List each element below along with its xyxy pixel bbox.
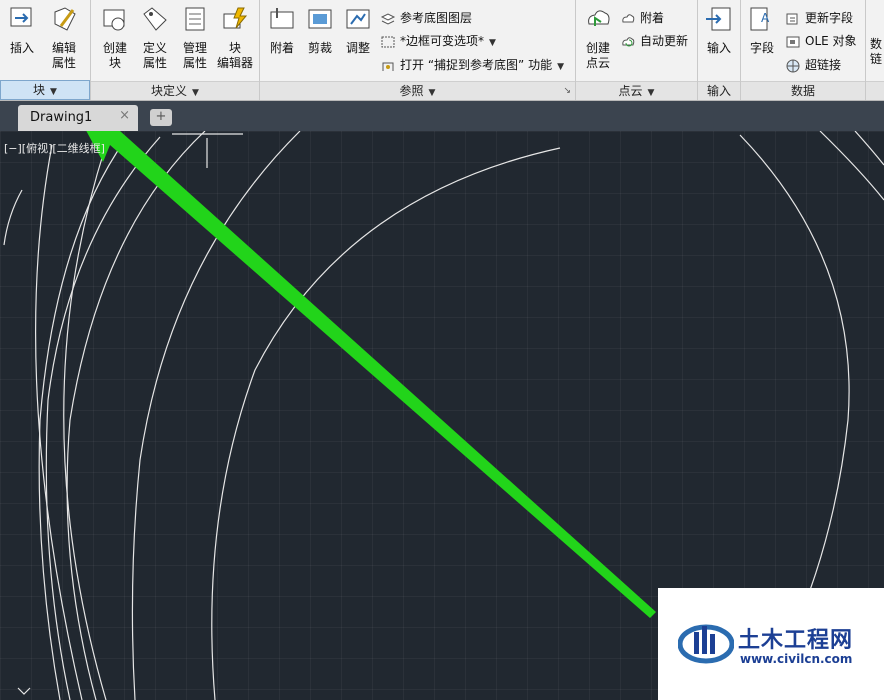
dropdown-caret-icon: ▼	[192, 88, 199, 98]
edit-attribute-button[interactable]: 编辑 属性	[46, 4, 82, 71]
document-tab[interactable]: Drawing1 ×	[18, 105, 138, 131]
create-point-cloud-button[interactable]: 创建 点云	[580, 4, 616, 71]
watermark: 土木工程网 www.civilcn.com	[658, 588, 884, 700]
panel-block-definition: 创建 块 定义 属性 管理 属性 块 编辑器 块定义 ▼	[91, 0, 260, 100]
watermark-brand: 土木工程网	[738, 628, 854, 653]
arc-curve	[3, 189, 23, 246]
underlay-layers-icon	[380, 12, 396, 25]
snap-to-underlay-dropdown[interactable]: 打开 “捕捉到参考底图” 功能 ▼	[380, 55, 564, 75]
manage-attributes-icon	[185, 7, 205, 31]
arc-curve	[211, 147, 561, 700]
arc-curve	[38, 139, 126, 700]
dropdown-caret-icon: ▼	[489, 38, 496, 48]
dropdown-caret-icon: ▼	[50, 87, 57, 97]
new-tab-button[interactable]: +	[150, 109, 172, 126]
attach-icon	[270, 8, 294, 29]
dropdown-caret-icon: ▼	[428, 88, 436, 98]
panel-title-block[interactable]: 块 ▼	[0, 80, 90, 100]
arc-curve	[739, 134, 850, 641]
civilcn-logo-icon	[678, 624, 734, 664]
block-editor-button[interactable]: 块 编辑器	[217, 4, 253, 71]
tag-icon	[143, 7, 167, 31]
adjust-button[interactable]: 调整	[340, 4, 376, 56]
globe-link-icon	[786, 59, 800, 72]
update-fields-icon	[786, 13, 798, 24]
panel-block: 插入 编辑 属性 块 ▼	[0, 0, 91, 100]
field-icon: A	[750, 7, 770, 31]
clip-icon	[308, 9, 332, 29]
document-tab-bar: Drawing1 × +	[0, 101, 884, 131]
dialog-launcher-icon[interactable]: ↘	[563, 82, 571, 100]
arc-curve	[131, 131, 301, 700]
insert-button[interactable]: 插入	[4, 4, 40, 56]
data-link-icon	[870, 4, 884, 34]
frame-icon	[381, 36, 395, 47]
frame-variable-dropdown[interactable]: *边框可变选项* ▼	[380, 31, 496, 51]
create-block-icon	[103, 9, 125, 31]
update-fields-button[interactable]: 更新字段	[785, 8, 853, 28]
hyperlink-button[interactable]: 超链接	[785, 55, 841, 75]
import-button[interactable]: 输入	[701, 4, 737, 56]
dropdown-caret-icon: ▼	[557, 62, 564, 72]
auto-update-icon	[622, 36, 635, 46]
attach-cloud-icon	[622, 13, 635, 22]
panel-partial: 数 链	[866, 0, 884, 100]
ucs-icon	[17, 687, 31, 695]
underlay-layers-button[interactable]: 参考底图图层	[380, 8, 472, 28]
point-cloud-icon	[588, 10, 610, 26]
create-block-button[interactable]: 创建 块	[97, 4, 133, 71]
panel-title-block-definition[interactable]: 块定义 ▼	[91, 81, 259, 100]
ole-object-icon	[786, 36, 800, 47]
panel-title-data: 数据	[741, 81, 865, 100]
edit-attribute-icon	[54, 7, 76, 31]
panel-title-point-cloud[interactable]: 点云 ▼	[576, 81, 697, 100]
panel-title-partial	[866, 81, 884, 100]
clip-button[interactable]: 剪裁	[302, 4, 338, 56]
panel-data: A 字段 更新字段 OLE 对象 超链接 数据	[741, 0, 866, 100]
arc-curve	[66, 131, 206, 700]
dropdown-caret-icon: ▼	[647, 88, 655, 98]
watermark-url: www.civilcn.com	[740, 652, 853, 666]
panel-title-import: 输入	[698, 81, 740, 100]
close-icon[interactable]: ×	[119, 108, 130, 123]
ribbon: 插入 编辑 属性 块 ▼ 创建 块 定义 属性 管理 属性 块 编辑器 块定义 …	[0, 0, 884, 101]
panel-import: 输入 输入	[698, 0, 741, 100]
import-icon	[706, 7, 731, 31]
attach-point-cloud-button[interactable]: 附着	[620, 8, 664, 28]
panel-title-reference[interactable]: 参照 ▼ ↘	[260, 81, 575, 100]
svg-text:A: A	[761, 11, 770, 25]
viewport-controls-label[interactable]: [−][俯视][二维线框]	[4, 140, 105, 156]
attach-button[interactable]: 附着	[264, 4, 300, 56]
arc-curve	[34, 144, 83, 700]
auto-update-button[interactable]: 自动更新	[620, 31, 688, 51]
field-button[interactable]: A 字段	[744, 4, 780, 56]
define-attribute-button[interactable]: 定义 属性	[137, 4, 173, 71]
insert-block-icon	[10, 7, 32, 27]
arc-curve	[854, 131, 884, 166]
data-link-button[interactable]: 数 链	[870, 4, 884, 67]
annotation-arrow	[86, 131, 656, 618]
panel-point-cloud: 创建 点云 附着 自动更新 点云 ▼	[576, 0, 698, 100]
manage-attributes-button[interactable]: 管理 属性	[177, 4, 213, 71]
ole-object-button[interactable]: OLE 对象	[785, 31, 857, 51]
block-editor-icon	[223, 7, 248, 29]
panel-reference: 附着 剪裁 调整 参考底图图层 *边框可变选项* ▼ 打开 “捕捉到参考底图” …	[260, 0, 576, 100]
adjust-icon	[346, 9, 370, 29]
snap-icon	[382, 62, 394, 71]
arc-curve	[819, 131, 884, 201]
